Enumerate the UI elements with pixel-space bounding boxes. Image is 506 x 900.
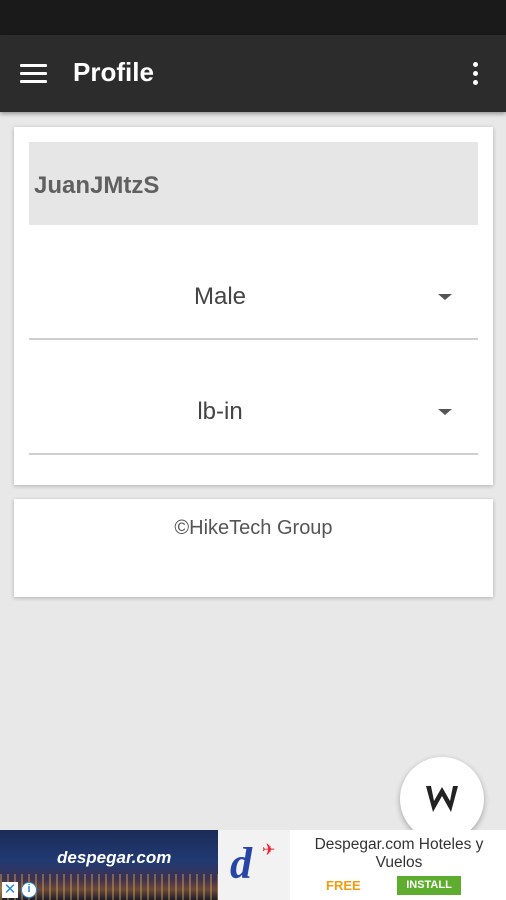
username-field[interactable]: JuanJMtzS bbox=[29, 142, 478, 225]
install-button[interactable]: INSTALL bbox=[397, 876, 461, 895]
username-text: JuanJMtzS bbox=[34, 172, 160, 199]
hiketech-w-logo-button[interactable] bbox=[400, 757, 484, 841]
app-bar: Profile bbox=[0, 35, 506, 112]
info-icon[interactable]: i bbox=[21, 882, 37, 898]
ad-logo-letter: d bbox=[230, 839, 252, 888]
units-dropdown[interactable]: lb-in bbox=[29, 370, 478, 455]
gender-dropdown[interactable]: Male bbox=[29, 255, 478, 340]
ad-title[interactable]: Despegar.com Hoteles y Vuelos bbox=[296, 836, 502, 872]
status-bar bbox=[0, 0, 506, 35]
close-icon[interactable]: ✕ bbox=[2, 882, 18, 898]
gender-selected-value: Male bbox=[193, 283, 247, 310]
profile-card: JuanJMtzS Male lb-in bbox=[14, 127, 493, 485]
footer-card: ©HikeTech Group bbox=[14, 499, 493, 597]
ad-brand-text: despegar.com bbox=[57, 848, 172, 867]
ad-app-logo[interactable]: d ✈ bbox=[218, 830, 290, 900]
hiketech-w-logo-icon bbox=[426, 786, 458, 812]
page-title: Profile bbox=[73, 57, 154, 87]
ad-banner[interactable]: despegar.com ✕ i d ✈ Despegar.com Hotele… bbox=[0, 830, 506, 900]
ad-price: FREE bbox=[326, 878, 361, 893]
dropdown-arrow-icon bbox=[438, 294, 452, 300]
units-selected-value: lb-in bbox=[197, 398, 243, 425]
copyright-text: ©HikeTech Group bbox=[174, 517, 333, 539]
dropdown-arrow-icon bbox=[438, 409, 452, 415]
hamburger-menu-icon[interactable] bbox=[14, 59, 54, 89]
plane-icon: ✈ bbox=[262, 842, 276, 859]
more-vert-icon[interactable] bbox=[462, 59, 490, 89]
